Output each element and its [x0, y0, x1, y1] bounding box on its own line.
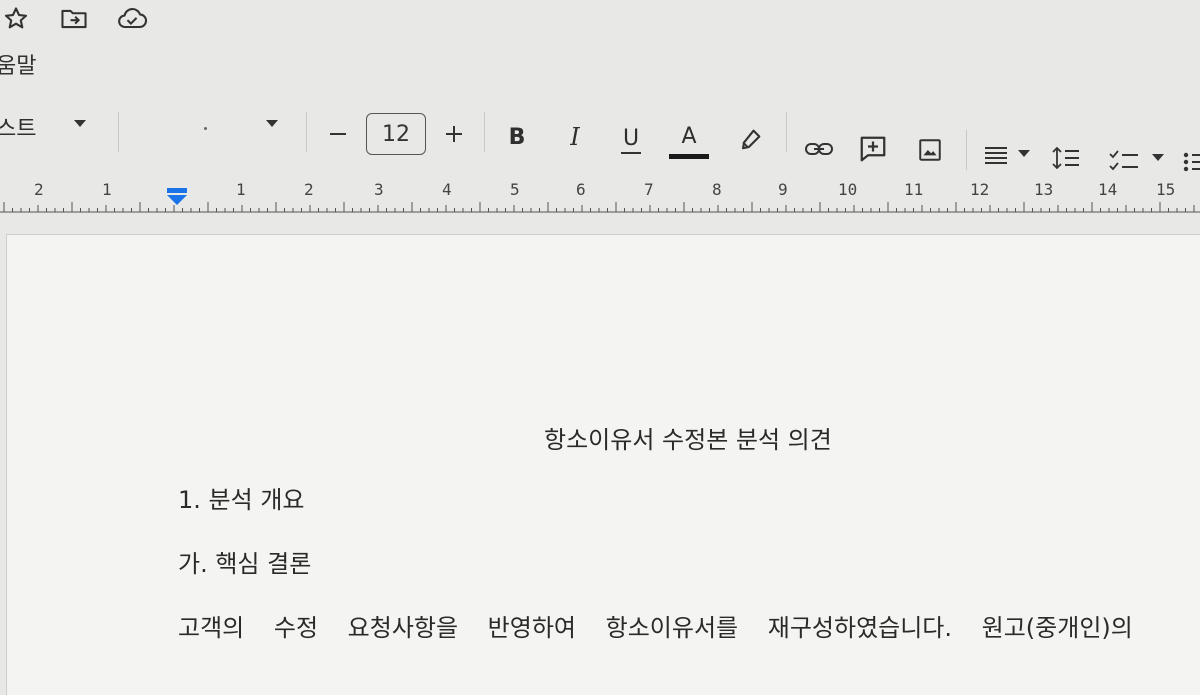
- ruler-number: 5: [510, 180, 520, 199]
- underline-icon: U: [622, 126, 640, 151]
- ruler-number: 9: [778, 180, 788, 199]
- italic-button[interactable]: I: [560, 122, 590, 152]
- subsection-heading[interactable]: 가. 핵심 결론: [178, 544, 311, 579]
- chevron-down-icon[interactable]: [1152, 154, 1164, 161]
- align-icon[interactable]: [980, 140, 1012, 172]
- star-icon[interactable]: [0, 3, 32, 35]
- ruler-number: 14: [1098, 180, 1118, 199]
- title-bar: [0, 0, 1200, 40]
- document-title[interactable]: 항소이유서 수정본 분석 의견: [544, 420, 832, 455]
- ruler-number: 1: [236, 180, 246, 199]
- highlight-pen-icon[interactable]: [734, 124, 766, 156]
- ruler-number: 2: [304, 180, 314, 199]
- chevron-down-icon[interactable]: [1018, 150, 1030, 157]
- ruler-number: 4: [442, 180, 452, 199]
- font-size-value: 12: [382, 121, 410, 147]
- add-comment-icon[interactable]: [856, 132, 890, 166]
- underline-button[interactable]: U: [616, 122, 646, 160]
- ruler-number: 11: [904, 180, 924, 199]
- ruler-number: 7: [644, 180, 654, 199]
- toolbar-divider: [484, 112, 485, 152]
- toolbar-divider: [966, 130, 967, 170]
- chevron-down-icon[interactable]: [266, 120, 278, 127]
- ruler-number: 12: [970, 180, 990, 199]
- ruler-number: 8: [712, 180, 722, 199]
- ruler-number: 13: [1034, 180, 1054, 199]
- toolbar-divider: [118, 112, 119, 152]
- bold-icon: B: [508, 124, 526, 150]
- cloud-saved-icon[interactable]: [116, 3, 148, 35]
- body-paragraph[interactable]: 고객의 수정 요청사항을 반영하여 항소이유서를 재구성하였습니다. 원고(중개…: [178, 608, 1133, 643]
- ruler-number: 3: [374, 180, 384, 199]
- ruler-number: 15: [1156, 180, 1176, 199]
- paragraph-style-dropdown[interactable]: 스트: [0, 110, 36, 144]
- section-heading[interactable]: 1. 분석 개요: [178, 480, 304, 515]
- text-color-icon: A: [681, 123, 697, 149]
- ruler-number: 1: [102, 180, 112, 199]
- indent-marker-icon[interactable]: [165, 188, 189, 212]
- font-family-dropdown[interactable]: [190, 118, 220, 138]
- ruler-number: 10: [838, 180, 858, 199]
- paragraph-style-label: 스트: [0, 117, 37, 142]
- bold-button[interactable]: B: [502, 122, 532, 152]
- toolbar-divider: [306, 112, 307, 152]
- ruler-number: 6: [576, 180, 586, 199]
- toolbar-divider: [786, 112, 787, 152]
- insert-image-icon[interactable]: [914, 134, 946, 166]
- font-size-input[interactable]: 12: [366, 113, 426, 155]
- text-color-swatch: [669, 153, 709, 159]
- increase-font-size-icon[interactable]: [438, 118, 470, 150]
- italic-icon: I: [570, 123, 580, 151]
- underline-bar: [621, 152, 641, 154]
- move-to-folder-icon[interactable]: [58, 3, 90, 35]
- chevron-down-icon[interactable]: [74, 120, 86, 127]
- line-spacing-icon[interactable]: [1050, 142, 1082, 174]
- bulleted-list-icon[interactable]: [1176, 146, 1200, 178]
- menu-help[interactable]: 움말: [0, 48, 36, 80]
- decrease-font-size-icon[interactable]: [322, 118, 354, 150]
- font-name-placeholder: [203, 126, 207, 130]
- checklist-icon[interactable]: [1106, 144, 1142, 176]
- formatting-toolbar: [0, 96, 1200, 174]
- ruler-number: 2: [34, 180, 44, 199]
- text-color-button[interactable]: A: [668, 122, 710, 162]
- horizontal-ruler: 2 1 1 2 3 4 5 6 7 8 9 10 11 12 13 14 15: [0, 176, 1200, 216]
- link-icon[interactable]: [802, 132, 836, 166]
